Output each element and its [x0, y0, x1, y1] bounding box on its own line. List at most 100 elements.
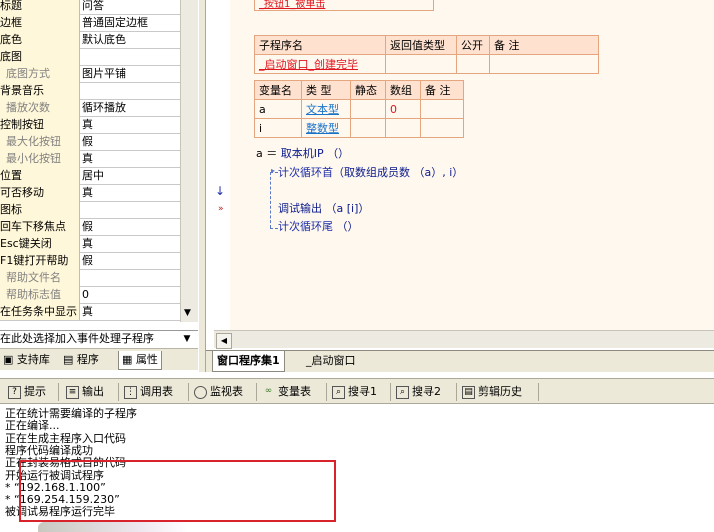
code-line-2[interactable]: 计次循环首（取数组成员数 （a）, i） [278, 166, 463, 180]
property-value[interactable] [82, 48, 180, 65]
horizontal-scrollbar[interactable]: ◀ [214, 330, 714, 349]
tab-watch[interactable]: 监视表 [194, 383, 243, 401]
property-row[interactable]: 位置 居中 [0, 167, 180, 185]
breakpoint-arrow-icon[interactable]: » [218, 204, 224, 214]
property-name: 最大化按钮 [0, 133, 80, 150]
property-row[interactable]: 在任务条中显示真 [0, 303, 180, 321]
var-static-header: 静态 [350, 80, 386, 100]
property-value[interactable] [82, 269, 180, 286]
scroll-left-icon[interactable]: ◀ [216, 333, 232, 349]
var-name-cell[interactable]: a [254, 99, 302, 119]
tab-properties[interactable]: ▦ 属性 [118, 351, 162, 370]
tab-search1[interactable]: ⌕ 搜寻1 [332, 383, 377, 401]
tab-clip-history[interactable]: ▤ 剪辑历史 [462, 383, 522, 401]
loop-end-keyword: 计次循环尾 [278, 220, 333, 233]
property-name: 背景音乐 [0, 82, 80, 99]
table-row[interactable]: i 整数型 [254, 118, 464, 138]
tab-call-stack[interactable]: ⋮ 调用表 [124, 383, 173, 401]
property-row[interactable]: 控制按钮真 [0, 116, 180, 134]
var-note-cell[interactable] [420, 99, 464, 119]
var-name-cell[interactable]: i [254, 118, 302, 138]
event-selector-label: 在此处选择加入事件处理子程序 [0, 332, 154, 345]
var-static-cell[interactable] [350, 99, 386, 119]
property-value[interactable]: 真 [82, 116, 180, 133]
property-row[interactable]: 帮助标志值 0 [0, 286, 180, 304]
var-note-cell[interactable] [420, 118, 464, 138]
property-value[interactable]: 问答 [82, 0, 180, 14]
property-value[interactable]: 假 [82, 133, 180, 150]
code-editor[interactable]: _按钮1_被单击 子程序名 返回值类型 公开 备 注 _启动窗口_创建完毕 变量… [230, 0, 714, 330]
property-value[interactable]: 假 [82, 218, 180, 235]
dropdown-icon[interactable]: ▼ [180, 331, 194, 347]
property-scrollbar[interactable]: ▼ [180, 0, 198, 322]
table-row[interactable]: a 文本型 0 [254, 99, 464, 119]
tab-properties-label: 属性 [135, 353, 158, 366]
tab-support-library[interactable]: ▣ 支持库 [0, 351, 53, 369]
property-value[interactable]: 普通固定边框 [82, 14, 180, 31]
code-call: 取本机IP （） [280, 147, 350, 160]
prev-sub-name: _按钮1_被单击 [254, 0, 434, 11]
code-line-4[interactable]: 计次循环尾 （） [278, 220, 359, 234]
var-array-cell[interactable]: 0 [385, 99, 421, 119]
property-panel: 标题 问答 边框 普通固定边框 底色 默认底色 底图 底图方式 图片平铺 背景音乐 播放次数 循环播放… [0, 0, 198, 330]
var-type-cell[interactable]: 整数型 [301, 118, 351, 138]
property-value[interactable]: 居中 [82, 167, 180, 184]
panel-splitter[interactable] [198, 0, 206, 372]
tab-variables[interactable]: ∞ 变量表 [262, 383, 311, 401]
property-row[interactable]: F1键打开帮助假 [0, 252, 180, 270]
property-value[interactable]: 图片平铺 [82, 65, 180, 82]
property-value[interactable]: 0 [82, 286, 180, 303]
tab-window-assembly[interactable]: 窗口程序集1 [212, 351, 285, 372]
tab-program-label: 程序 [76, 353, 99, 366]
loop-end-args: （） [333, 220, 359, 233]
property-row[interactable]: 底图 [0, 48, 180, 66]
tab-startup-window[interactable]: _启动窗口 [302, 351, 360, 371]
property-value[interactable]: 真 [82, 184, 180, 201]
var-type-cell[interactable]: 文本型 [301, 99, 351, 119]
property-row[interactable]: 可否移动真 [0, 184, 180, 202]
return-type-cell[interactable] [385, 54, 457, 74]
property-value[interactable]: 假 [82, 252, 180, 269]
property-row[interactable]: 播放次数 循环播放 [0, 99, 180, 117]
property-row[interactable]: 底图方式 图片平铺 [0, 65, 180, 83]
property-value[interactable] [82, 201, 180, 218]
var-static-cell[interactable] [350, 118, 386, 138]
left-tab-bar: ▣ 支持库 ▤ 程序 ▦ 属性 [0, 348, 198, 370]
property-value[interactable]: 循环播放 [82, 99, 180, 116]
property-value[interactable] [82, 82, 180, 99]
property-row[interactable]: 标题 问答 [0, 0, 180, 15]
property-row[interactable]: 图标 [0, 201, 180, 219]
property-row[interactable]: 帮助文件名 [0, 269, 180, 287]
tab-clip-history-label: 剪辑历史 [478, 385, 522, 398]
property-row[interactable]: 回车下移焦点假 [0, 218, 180, 236]
var-array-cell[interactable] [385, 118, 421, 138]
property-name: 帮助标志值 [0, 286, 80, 303]
property-row[interactable]: 背景音乐 [0, 82, 180, 100]
sub-note-cell[interactable] [489, 54, 599, 74]
property-row[interactable]: 最大化按钮假 [0, 133, 180, 151]
tab-program[interactable]: ▤ 程序 [60, 351, 102, 369]
property-row[interactable]: Esc键关闭真 [0, 235, 180, 253]
property-name: 帮助文件名 [0, 269, 80, 286]
property-value[interactable]: 真 [82, 235, 180, 252]
property-value[interactable]: 默认底色 [82, 31, 180, 48]
code-line-1[interactable]: a ＝ 取本机IP （） [256, 147, 349, 161]
tab-hint[interactable]: ? 提示 [8, 383, 46, 401]
tab-search2[interactable]: ⌕ 搜寻2 [396, 383, 441, 401]
property-row[interactable]: 边框 普通固定边框 [0, 14, 180, 32]
tab-call-stack-label: 调用表 [140, 385, 173, 398]
scroll-down-icon[interactable]: ▼ [184, 308, 191, 318]
property-row[interactable]: 底色 默认底色 [0, 31, 180, 49]
var-type-header: 类 型 [301, 80, 351, 100]
property-value[interactable]: 真 [82, 303, 180, 320]
variables-icon: ∞ [264, 385, 273, 396]
tab-output[interactable]: ≡ 输出 [66, 383, 104, 401]
code-line-3[interactable]: 调试输出 （a [i]） [278, 202, 369, 216]
return-type-header: 返回值类型 [385, 35, 457, 55]
property-value[interactable]: 真 [82, 150, 180, 167]
public-cell[interactable] [456, 54, 490, 74]
property-row[interactable]: 最小化按钮真 [0, 150, 180, 168]
loop-arrow-icon: ▸ [271, 166, 276, 175]
sub-name-cell[interactable]: _启动窗口_创建完毕 [254, 54, 386, 74]
event-selector[interactable]: 在此处选择加入事件处理子程序 ▼ [0, 330, 198, 347]
